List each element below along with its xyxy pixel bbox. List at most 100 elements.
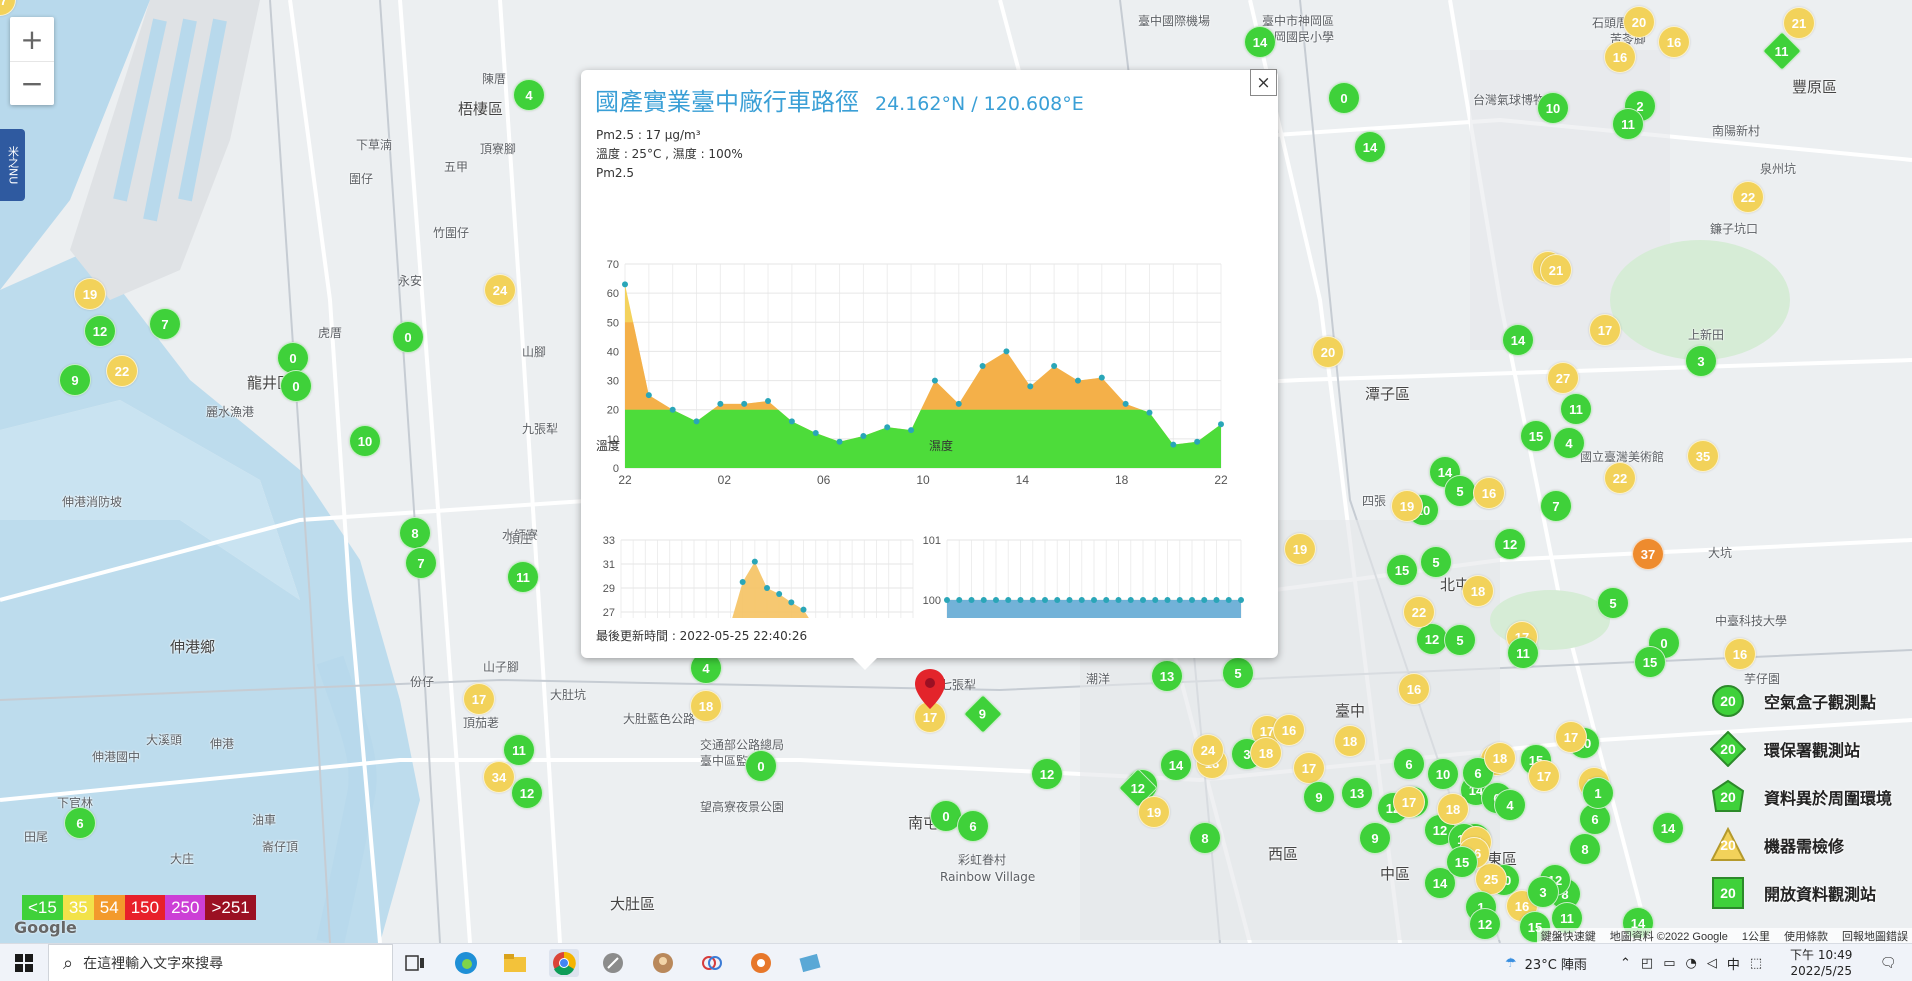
airbox-marker[interactable]: 0 [1328, 82, 1360, 114]
airbox-marker[interactable]: 24 [1192, 734, 1224, 766]
data-point[interactable] [1115, 597, 1122, 603]
data-point[interactable] [968, 597, 975, 603]
data-point[interactable] [776, 591, 783, 597]
data-point[interactable] [1051, 363, 1058, 369]
airbox-marker[interactable]: 17 [1555, 721, 1587, 753]
airbox-marker[interactable]: 12 [84, 315, 116, 347]
data-point[interactable] [1164, 597, 1171, 603]
data-point[interactable] [1074, 377, 1081, 384]
data-point[interactable] [812, 430, 819, 437]
data-point[interactable] [765, 397, 772, 404]
chevron-up-icon[interactable]: ⌃ [1620, 956, 1631, 971]
taskbar-search-box[interactable]: ⌕ 在這裡輸入文字來搜尋 [48, 944, 393, 981]
airbox-marker[interactable]: 10 [1537, 92, 1569, 124]
network-icon[interactable]: ◰ [1641, 956, 1653, 971]
input-mode-icon[interactable]: ⬚ [1750, 956, 1762, 971]
data-point[interactable] [739, 579, 746, 585]
airbox-marker[interactable]: 18 [1334, 725, 1366, 757]
airbox-marker[interactable]: 17 [1293, 752, 1325, 784]
data-point[interactable] [717, 400, 724, 407]
airbox-marker[interactable]: 14 [1160, 749, 1192, 781]
wifi-icon[interactable]: ◔ [1686, 956, 1697, 971]
airbox-marker[interactable]: 14 [1652, 812, 1684, 844]
airbox-marker[interactable]: 9 [59, 364, 91, 396]
airbox-marker[interactable]: 14 [1244, 26, 1276, 58]
airbox-marker[interactable]: 10 [1427, 758, 1459, 790]
airbox-marker[interactable]: 16 [1724, 638, 1756, 670]
scale-bar[interactable]: 1公里 [1742, 928, 1770, 943]
data-point[interactable] [669, 406, 676, 413]
keyboard-shortcuts-link[interactable]: 鍵盤快速鍵 [1541, 928, 1596, 943]
data-point[interactable] [979, 363, 986, 369]
app-icon-5[interactable] [795, 949, 825, 977]
data-point[interactable] [1098, 374, 1105, 381]
battery-icon[interactable]: ▭ [1663, 956, 1675, 971]
data-point[interactable] [1122, 400, 1129, 407]
data-point[interactable] [764, 585, 770, 591]
layer-toggle[interactable]: 20 環保署觀測站 [1704, 725, 1892, 773]
data-point[interactable] [1238, 597, 1244, 603]
airbox-marker[interactable]: 16 [1658, 26, 1690, 58]
airbox-marker[interactable]: 5 [1597, 587, 1629, 619]
side-panel-tab[interactable]: 米之NU [0, 129, 25, 201]
airbox-marker[interactable]: 8 [1189, 822, 1221, 854]
airbox-marker[interactable]: 14 [1354, 131, 1386, 163]
chrome-icon[interactable] [549, 949, 579, 977]
data-point[interactable] [1146, 409, 1153, 416]
airbox-marker[interactable]: 15 [1634, 646, 1666, 678]
airbox-marker[interactable]: 21 [1540, 254, 1572, 286]
airbox-marker[interactable]: 11 [503, 734, 535, 766]
layer-toggle[interactable]: 20 機器需檢修 [1704, 821, 1892, 869]
airbox-marker[interactable]: 22 [1403, 596, 1435, 628]
airbox-marker[interactable]: 22 [1604, 462, 1636, 494]
airbox-marker[interactable]: 19 [1391, 490, 1423, 522]
data-point[interactable] [693, 418, 700, 425]
airbox-marker[interactable]: 12 [1469, 908, 1501, 940]
airbox-marker[interactable]: 11 [507, 561, 539, 593]
airbox-marker[interactable]: 13 [1151, 660, 1183, 692]
data-point[interactable] [1042, 597, 1048, 603]
data-point[interactable] [955, 400, 962, 407]
data-point[interactable] [645, 392, 652, 399]
airbox-marker[interactable]: 15 [1386, 554, 1418, 586]
airbox-marker[interactable]: 3 [1527, 876, 1559, 908]
layer-toggle[interactable]: 20 空氣盒子觀測點 [1704, 677, 1892, 725]
start-button[interactable] [0, 944, 48, 981]
data-point[interactable] [980, 597, 987, 603]
data-point[interactable] [741, 400, 748, 407]
airbox-marker[interactable]: 12 [1031, 758, 1063, 790]
airbox-marker[interactable]: 9 [1359, 822, 1391, 854]
airbox-marker[interactable]: 18 [1250, 737, 1282, 769]
app-icon-3[interactable] [697, 949, 727, 977]
airbox-marker[interactable]: 18 [690, 690, 722, 722]
airbox-marker[interactable]: 18 [1462, 575, 1494, 607]
data-point[interactable] [1213, 597, 1220, 603]
data-point[interactable] [931, 377, 938, 384]
airbox-marker[interactable]: 19 [74, 278, 106, 310]
airbox-marker[interactable]: 14 [1502, 324, 1534, 356]
layer-toggle[interactable]: 20 資料異於周圍環境 [1704, 773, 1892, 821]
selected-location-pin[interactable] [915, 669, 945, 713]
airbox-marker[interactable]: 7 [149, 308, 181, 340]
zoom-in-button[interactable]: + [10, 17, 54, 61]
airbox-marker[interactable]: 18 [1484, 742, 1516, 774]
airbox-marker[interactable]: 19 [1284, 533, 1316, 565]
close-popup-button[interactable]: × [1250, 69, 1277, 96]
data-point[interactable] [622, 281, 628, 288]
airbox-marker[interactable]: 11 [1507, 637, 1539, 669]
report-error-link[interactable]: 回報地圖錯誤 [1842, 928, 1908, 943]
data-point[interactable] [1103, 597, 1110, 603]
layer-toggle[interactable]: 20 開放資料觀測站 [1704, 869, 1892, 917]
airbox-marker[interactable]: 34 [483, 761, 515, 793]
airbox-marker[interactable]: 4 [1553, 427, 1585, 459]
data-point[interactable] [1140, 597, 1146, 603]
airbox-marker[interactable]: 19 [1138, 796, 1170, 828]
airbox-marker[interactable]: 12 [511, 777, 543, 809]
data-point[interactable] [884, 424, 891, 431]
airbox-marker[interactable]: 16 [1273, 714, 1305, 746]
airbox-marker[interactable]: 17 [1528, 760, 1560, 792]
data-point[interactable] [993, 597, 999, 603]
edge-browser-icon[interactable] [451, 949, 481, 977]
data-point[interactable] [1218, 421, 1224, 428]
airbox-marker[interactable]: 10 [349, 425, 381, 457]
